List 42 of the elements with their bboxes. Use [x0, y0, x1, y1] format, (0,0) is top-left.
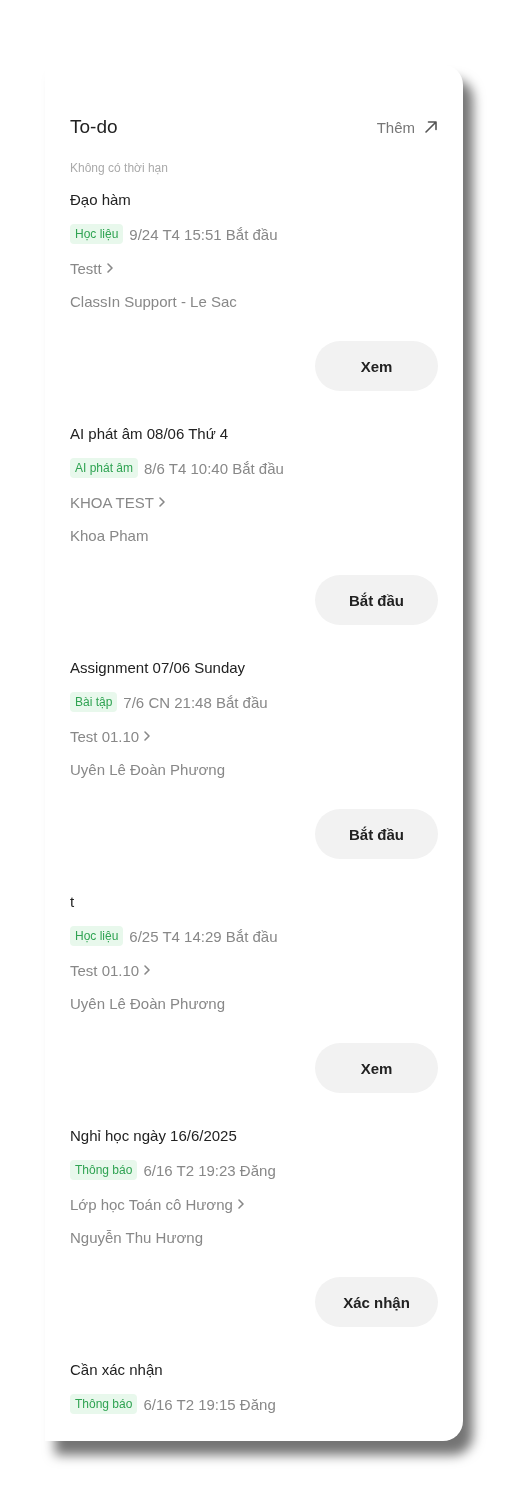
chevron-icon: [143, 730, 152, 742]
task-time: 6/16 T2 19:23 Đăng: [143, 1161, 276, 1179]
task-tag: Bài tập: [70, 692, 118, 712]
task-tag: Thông báo: [70, 1160, 138, 1180]
task-title: Assignment 07/06 Sunday: [70, 658, 247, 678]
task-title: t: [70, 892, 76, 912]
task-title: AI phát âm 08/06 Thứ 4: [70, 424, 230, 444]
task-time: 7/6 CN 21:48 Bắt đầu: [123, 693, 268, 711]
task-time: 9/24 T4 15:51 Bắt đầu: [129, 225, 278, 243]
arrow-icon: [424, 120, 438, 134]
task-title: Đạo hàm: [70, 190, 132, 210]
action-button[interactable]: Xác nhận: [315, 1277, 438, 1327]
action-button[interactable]: Bắt đầu: [315, 575, 438, 625]
class-link[interactable]: Test 01.10: [70, 719, 152, 753]
panel-title: To-do: [70, 116, 118, 138]
teacher-name: Uyên Lê Đoàn Phương: [70, 760, 226, 780]
class-link[interactable]: Lớp học Toán cô Hương: [70, 1187, 245, 1221]
action-button[interactable]: Xem: [315, 341, 438, 391]
task-time: 6/16 T2 19:15 Đăng: [143, 1395, 276, 1413]
action-button[interactable]: Xem: [315, 1043, 438, 1093]
teacher-name: Khoa Pham: [70, 526, 150, 546]
teacher-name: ClassIn Support - Le Sac: [70, 292, 238, 312]
task-tag: Học liệu: [70, 926, 124, 946]
class-link[interactable]: KHOA TEST: [70, 485, 166, 519]
chevron-icon: [143, 964, 152, 976]
chevron-icon: [105, 262, 114, 274]
task-time: 8/6 T4 10:40 Bắt đầu: [144, 459, 284, 477]
class-link[interactable]: Test 01.10: [70, 953, 152, 987]
class-link[interactable]: Testt: [70, 251, 114, 285]
task-tag: Học liệu: [70, 224, 124, 244]
task-title: Nghỉ học ngày 16/6/2025: [70, 1126, 238, 1146]
chevron-icon: [157, 496, 166, 508]
more-link[interactable]: Thêm: [376, 118, 438, 136]
task-title: Cần xác nhận: [70, 1360, 164, 1380]
task-tag: Thông báo: [70, 1394, 138, 1414]
teacher-name: Uyên Lê Đoàn Phương: [70, 994, 226, 1014]
task-tag: AI phát âm: [70, 458, 139, 478]
chevron-icon: [236, 1198, 245, 1210]
task-time: 6/25 T4 14:29 Bắt đầu: [129, 927, 278, 945]
action-button[interactable]: Bắt đầu: [315, 809, 438, 859]
teacher-name: Nguyễn Thu Hương: [70, 1228, 204, 1248]
section-label: Không có thời hạn: [70, 160, 169, 177]
